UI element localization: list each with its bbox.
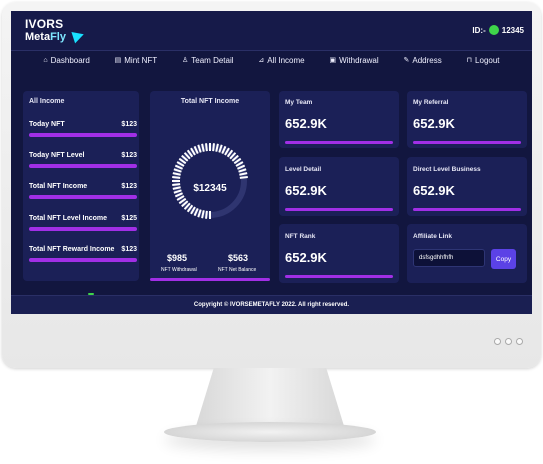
nav-withdrawal[interactable]: ▣ Withdrawal	[329, 56, 378, 65]
nav-label: Logout	[475, 55, 500, 65]
card-accent-bar	[413, 141, 521, 144]
nft-rank-card: NFT Rank 652.9K	[279, 224, 399, 283]
nft-net-balance-label: NFT Net Balance	[218, 267, 257, 273]
chart-icon: ⊿	[258, 57, 265, 64]
income-value: $123	[121, 152, 137, 159]
income-label: Today NFT	[29, 121, 65, 128]
income-value: $123	[121, 121, 137, 128]
income-label: Total NFT Level Income	[29, 215, 108, 222]
affiliate-link-field[interactable]: dsfsgdhhfhfh	[413, 249, 485, 267]
my-team-value: 652.9K	[285, 116, 327, 131]
indicator-dot	[516, 338, 523, 345]
copy-button[interactable]: Copy	[491, 249, 516, 269]
total-nft-income-title: Total NFT Income	[180, 98, 240, 105]
gauge-tick	[239, 176, 248, 179]
income-label: Total NFT Reward Income	[29, 246, 115, 253]
direct-level-business-card: Direct Level Business 652.9K	[407, 157, 527, 216]
logo-fly-text: Fly	[50, 31, 66, 43]
nft-rank-value: 652.9K	[285, 250, 327, 265]
income-bar	[29, 133, 137, 137]
income-label: Total NFT Income	[29, 183, 88, 190]
income-value: $123	[121, 183, 137, 190]
direct-level-business-label: Direct Level Business	[413, 166, 481, 173]
wallet-icon: ▣	[329, 57, 337, 64]
nav-mint-nft[interactable]: ▤ Mint NFT	[115, 56, 158, 65]
user-icon: ♙	[182, 57, 189, 64]
income-bar	[29, 227, 137, 231]
user-id-display: ID:- 12345	[472, 25, 524, 35]
card-accent-bar	[413, 208, 521, 211]
nav-label: Team Detail	[191, 55, 234, 65]
nav-label: All Income	[267, 55, 305, 65]
gauge-tick	[205, 143, 208, 152]
lock-icon: ⊓	[466, 57, 473, 64]
income-value: $123	[121, 246, 137, 253]
total-nft-income-card: Total NFT Income $12345 $985 NFT Withdra…	[150, 91, 270, 281]
income-bar	[29, 195, 137, 199]
level-detail-value: 652.9K	[285, 183, 327, 198]
nav-all-income[interactable]: ⊿ All Income	[258, 56, 304, 65]
logo-line-1: IVORS	[25, 17, 64, 31]
logo-meta-text: Meta	[25, 31, 51, 43]
my-team-card: My Team 652.9K	[279, 91, 399, 148]
my-team-label: My Team	[285, 99, 313, 106]
affiliate-link-card: Affiliate Link dsfsgdhhfhfh Copy	[407, 224, 527, 283]
nft-rank-label: NFT Rank	[285, 233, 316, 240]
gauge-track	[173, 144, 247, 218]
monitor-stand-neck	[196, 368, 344, 426]
monitor-stand-base	[164, 422, 376, 442]
my-referral-label: My Referral	[413, 99, 449, 106]
main-nav: ⌂ Dashboard ▤ Mint NFT ♙ Team Detail ⊿ All I…	[11, 51, 532, 69]
nav-address[interactable]: ✎ Address	[404, 56, 442, 65]
indicator-dot	[494, 338, 501, 345]
user-id-value: 12345	[501, 25, 524, 35]
direct-level-business-value: 652.9K	[413, 183, 455, 198]
nft-net-balance-value: $563	[228, 253, 249, 263]
affiliate-link-label: Affiliate Link	[413, 233, 453, 240]
income-bar	[29, 258, 137, 262]
gauge-tick	[212, 143, 215, 152]
desktop-mockup: IVORS MetaFly ID:- 12345 ⌂ Dashboard ▤ Min…	[0, 0, 543, 464]
nav-label: Dashboard	[50, 55, 90, 65]
monitor-indicator-dots	[494, 338, 523, 345]
user-id-label: ID:-	[472, 25, 486, 35]
level-detail-label: Level Detail	[285, 166, 322, 173]
income-label: Today NFT Level	[29, 152, 85, 159]
card-accent-bar	[150, 278, 270, 281]
nav-team-detail[interactable]: ♙ Team Detail	[182, 56, 234, 65]
level-detail-card: Level Detail 652.9K	[279, 157, 399, 216]
all-income-card: All Income Today NFT $123 Today NFT Leve…	[23, 91, 139, 281]
gauge-tick	[172, 176, 181, 179]
dashboard-screen: IVORS MetaFly ID:- 12345 ⌂ Dashboard ▤ Min…	[11, 11, 532, 314]
gauge-center-value: $12345	[193, 183, 227, 194]
edit-icon: ✎	[403, 57, 410, 64]
home-icon: ⌂	[43, 56, 48, 64]
top-header: IVORS MetaFly ID:- 12345	[11, 11, 532, 51]
card-accent-bar	[285, 141, 393, 144]
nav-label: Address	[412, 55, 442, 65]
card-accent-bar	[285, 208, 393, 211]
footer-copyright: Copyright © IVORSEMETAFLY 2022. All righ…	[11, 295, 532, 314]
brand-logo[interactable]: IVORS MetaFly	[25, 17, 95, 47]
gauge-ticks	[172, 143, 248, 219]
income-value: $125	[121, 215, 137, 222]
nft-withdrawal-label: NFT Withdrawal	[161, 267, 197, 273]
income-bar	[29, 164, 137, 168]
nft-withdrawal-value: $985	[167, 253, 188, 263]
gauge-tick	[205, 210, 208, 219]
my-referral-card: My Referral 652.9K	[407, 91, 527, 148]
nav-logout[interactable]: ⊓ Logout	[467, 56, 500, 65]
file-icon: ▤	[114, 57, 122, 64]
indicator-dot	[505, 338, 512, 345]
all-income-title: All Income	[29, 98, 65, 105]
card-accent-bar	[285, 275, 393, 278]
nav-label: Mint NFT	[124, 55, 158, 65]
my-referral-value: 652.9K	[413, 116, 455, 131]
nav-dashboard[interactable]: ⌂ Dashboard	[43, 56, 89, 65]
nav-label: Withdrawal	[339, 55, 379, 65]
online-status-icon	[488, 25, 499, 35]
